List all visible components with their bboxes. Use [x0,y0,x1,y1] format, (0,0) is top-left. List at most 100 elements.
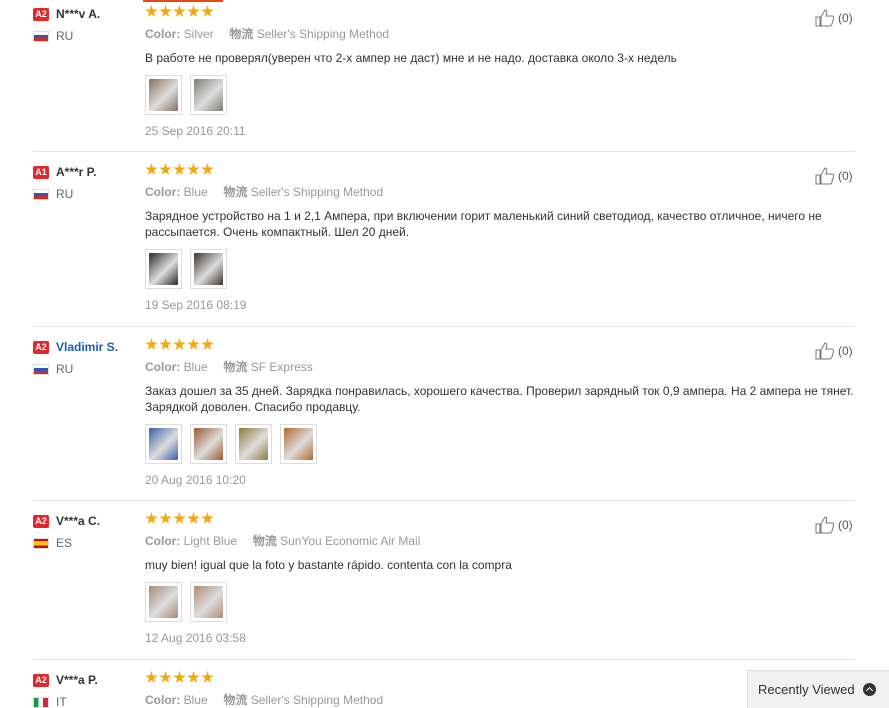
recently-viewed-button[interactable]: Recently Viewed [747,670,889,708]
feedback-content: Color: Blue 物流 Seller's Shipping Method … [145,163,860,312]
star-icon [173,338,186,350]
feedback-text: В работе не проверял(уверен что 2-х ампе… [145,51,677,65]
buyer-info: A1 A***r P. RU [33,163,143,202]
photo-image [194,79,223,111]
feedback-page: A2 N***v A. RU Color: Silver 物流 Seller's… [0,0,889,708]
star-icon [187,5,200,17]
feedback-content: Color: Blue 物流 SF Express Заказ дошел за… [145,338,860,487]
review-photo-thumbnail[interactable] [190,75,227,115]
helpful-button[interactable]: (0) [815,342,853,360]
photo-thumbnails [145,249,860,289]
buyer-level-badge: A1 [33,165,49,179]
feedback-date: 12 Aug 2016 03:58 [145,631,246,645]
thumbs-up-icon [815,516,835,534]
buyer-name[interactable]: Vladimir S. [56,340,118,354]
review-photo-thumbnail[interactable] [235,424,272,464]
feedback-content: Color: Silver 物流 Seller's Shipping Metho… [145,5,860,138]
helpful-button[interactable]: (0) [815,516,853,534]
star-icon [145,163,158,175]
review-photo-thumbnail[interactable] [145,424,182,464]
color-value: Light Blue [183,534,238,548]
shipping-method: Seller's Shipping Method [250,693,384,707]
color-label: Color: [145,27,181,41]
rating-stars [145,163,860,179]
shipping-method: SF Express [250,360,313,374]
feedback-divider [33,326,855,327]
buyer-country: ES [56,536,73,550]
photo-thumbnails [145,424,860,464]
thumbs-up-icon [815,167,835,185]
buyer-name: N***v A. [56,7,101,21]
buyer-level-badge: A2 [33,340,49,354]
star-icon [145,5,158,17]
photo-image [284,428,313,460]
star-icon [187,338,200,350]
buyer-country: RU [56,29,74,43]
photo-thumbnails [145,75,860,115]
shipping-label: 物流 [223,360,248,374]
shipping-label: 物流 [252,534,277,548]
star-icon [201,512,214,524]
country-flag-icon [33,537,49,549]
photo-image [149,253,178,285]
star-icon [145,512,158,524]
buyer-name: A***r P. [56,165,97,179]
color-label: Color: [145,360,181,374]
buyer-level-badge: A2 [33,7,49,21]
review-photo-thumbnail[interactable] [145,75,182,115]
feedback-divider [33,151,855,152]
shipping-method: SunYou Economic Air Mail [280,534,421,548]
star-icon [159,671,172,683]
shipping-method: Seller's Shipping Method [256,27,390,41]
feedback-date: 25 Sep 2016 20:11 [145,124,246,138]
color-label: Color: [145,185,181,199]
recently-viewed-label: Recently Viewed [758,682,855,697]
review-photo-thumbnail[interactable] [145,582,182,622]
star-icon [201,5,214,17]
rating-stars [145,5,860,21]
color-value: Silver [183,27,214,41]
photo-image [194,253,223,285]
color-value: Blue [183,185,208,199]
review-photo-thumbnail[interactable] [145,249,182,289]
photo-image [194,428,223,460]
helpful-count: (0) [838,11,853,25]
star-icon [187,512,200,524]
helpful-button[interactable]: (0) [815,167,853,185]
photo-image [239,428,268,460]
star-icon [187,671,200,683]
review-photo-thumbnail[interactable] [190,249,227,289]
photo-image [149,428,178,460]
star-icon [201,671,214,683]
review-photo-thumbnail[interactable] [280,424,317,464]
feedback-divider [33,659,855,660]
star-icon [201,163,214,175]
thumbs-up-icon [815,9,835,27]
helpful-count: (0) [838,518,853,532]
shipping-label: 物流 [223,693,248,707]
color-label: Color: [145,693,181,707]
feedback-divider [33,500,855,501]
star-icon [159,338,172,350]
feedback-date: 20 Aug 2016 10:20 [145,473,246,487]
shipping-label: 物流 [223,185,248,199]
buyer-name: V***a C. [56,514,101,528]
helpful-count: (0) [838,344,853,358]
photo-image [149,79,178,111]
star-icon [187,163,200,175]
review-photo-thumbnail[interactable] [190,424,227,464]
review-photo-thumbnail[interactable] [190,582,227,622]
order-info: Color: Silver 物流 Seller's Shipping Metho… [145,25,860,42]
rating-stars [145,338,860,354]
star-icon [173,671,186,683]
buyer-info: A2 V***a P. IT [33,671,143,708]
country-flag-icon [33,188,49,200]
feedback-text: muy bien! igual que la foto y bastante r… [145,558,512,572]
feedback-date: 19 Sep 2016 08:19 [145,298,247,312]
photo-thumbnails [145,582,860,622]
helpful-button[interactable]: (0) [815,9,853,27]
thumbs-up-icon [815,342,835,360]
buyer-level-badge: A2 [33,673,49,687]
buyer-country: IT [56,695,67,708]
star-icon [145,671,158,683]
